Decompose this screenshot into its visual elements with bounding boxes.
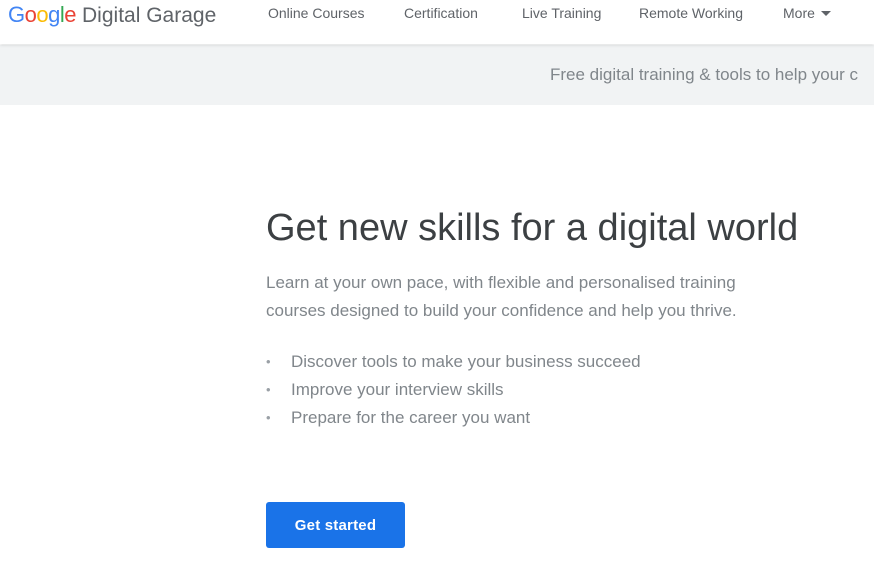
- hero-title: Get new skills for a digital world: [266, 207, 799, 249]
- get-started-button[interactable]: Get started: [266, 502, 405, 548]
- nav-remote-working[interactable]: Remote Working: [639, 5, 743, 21]
- nav-more-label: More: [783, 5, 815, 21]
- bullet-icon: •: [266, 354, 271, 369]
- promo-banner: Free digital training & tools to help yo…: [0, 45, 874, 105]
- feature-list: • Discover tools to make your business s…: [266, 348, 826, 432]
- bullet-icon: •: [266, 410, 271, 425]
- hero-section: Get new skills for a digital world Learn…: [266, 204, 826, 432]
- google-wordmark: Google: [8, 2, 77, 27]
- product-name: Digital Garage: [82, 4, 217, 27]
- list-item: • Improve your interview skills: [266, 376, 826, 404]
- list-item: • Prepare for the career you want: [266, 404, 826, 432]
- bullet-icon: •: [266, 382, 271, 397]
- list-item: • Discover tools to make your business s…: [266, 348, 826, 376]
- top-navigation-bar: Google Digital Garage Online Courses Cer…: [0, 0, 874, 44]
- hero-subtitle: Learn at your own pace, with flexible an…: [266, 273, 737, 320]
- nav-more-menu[interactable]: More: [783, 5, 831, 21]
- list-item-text: Discover tools to make your business suc…: [291, 352, 641, 371]
- banner-text: Free digital training & tools to help yo…: [550, 65, 859, 84]
- google-digital-garage-logo[interactable]: Google Digital Garage: [8, 2, 216, 28]
- list-item-text: Prepare for the career you want: [291, 408, 531, 427]
- nav-online-courses[interactable]: Online Courses: [268, 5, 365, 21]
- list-item-text: Improve your interview skills: [291, 380, 504, 399]
- nav-certification[interactable]: Certification: [404, 5, 478, 21]
- nav-live-training[interactable]: Live Training: [522, 5, 601, 21]
- caret-down-icon: [820, 11, 831, 16]
